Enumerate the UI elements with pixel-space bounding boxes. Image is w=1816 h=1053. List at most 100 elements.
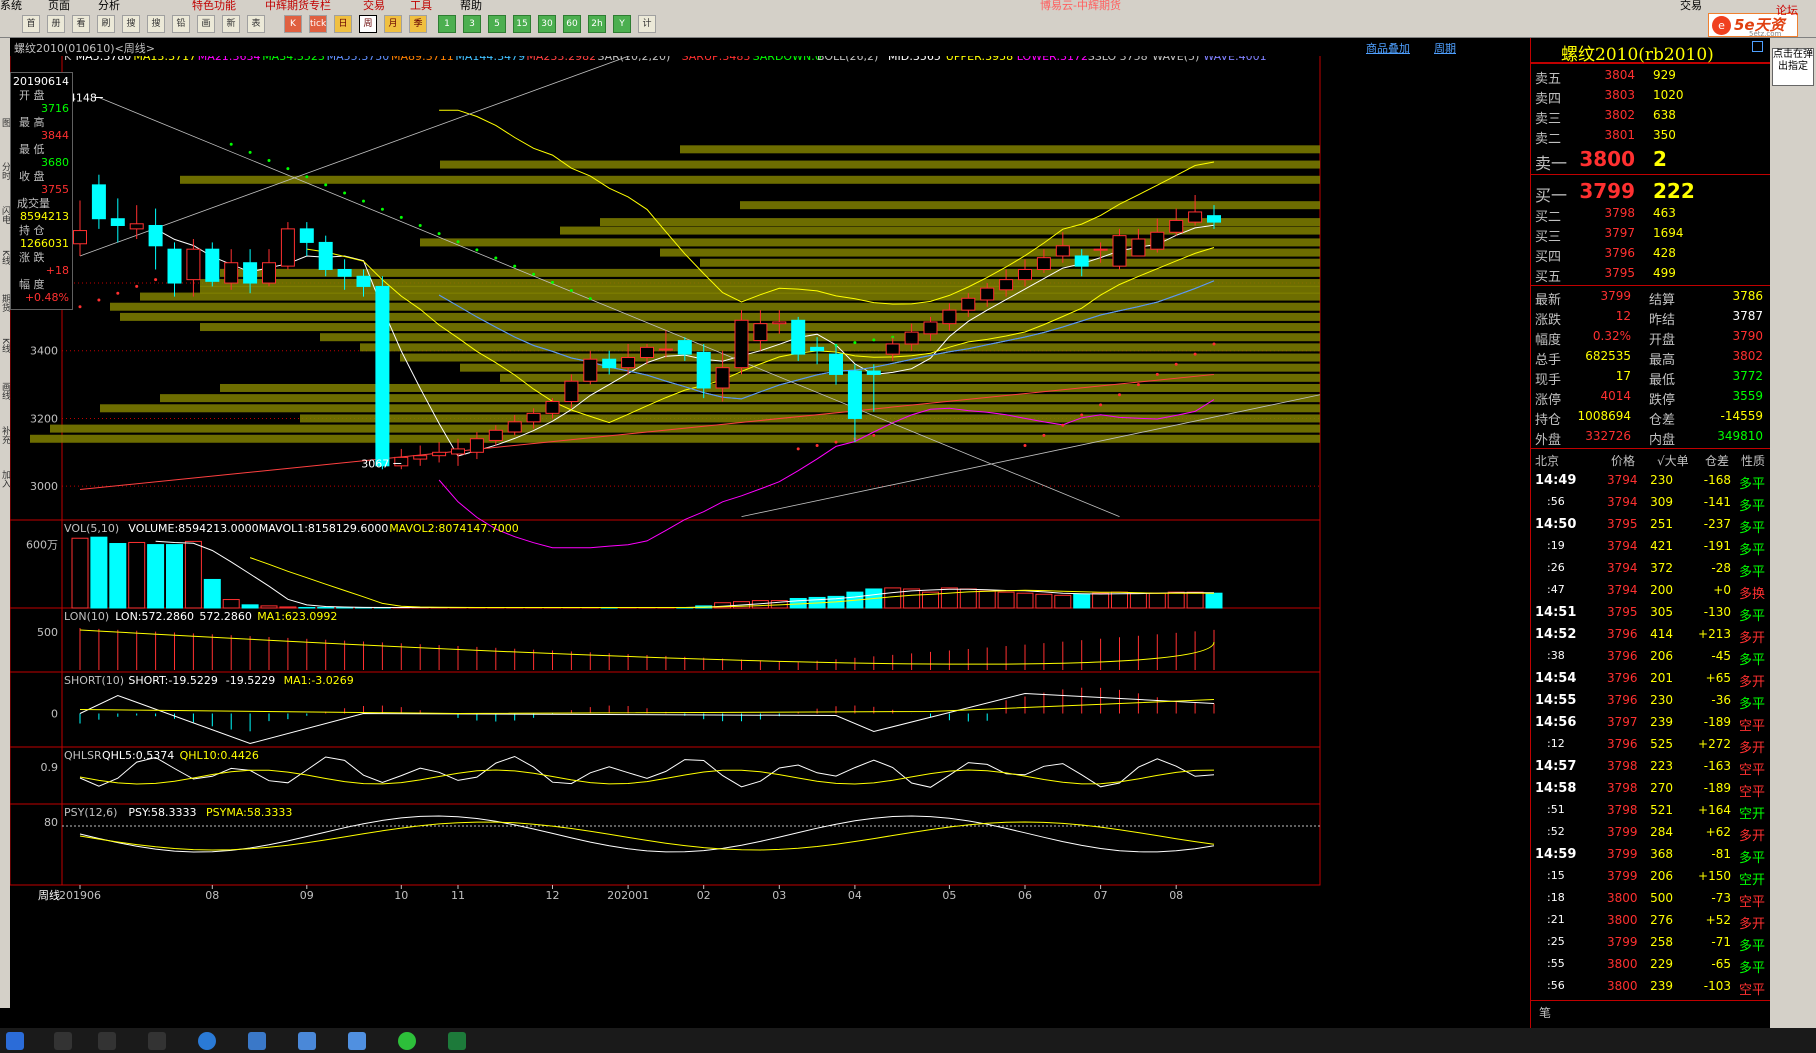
volume-bar xyxy=(1186,591,1204,609)
tick-time: 14:55 xyxy=(1535,693,1577,708)
kline-chart[interactable]: 300032003400360041483067KMA5:3780MA13:37… xyxy=(10,38,1530,1028)
menu-item[interactable]: 系统 xyxy=(0,0,22,11)
bid-row[interactable]: 买一 3799 222 xyxy=(1531,178,1771,205)
toolbar-button[interactable]: 2h xyxy=(588,15,606,33)
tick-row: 14:50 3795 251 -237 多平 xyxy=(1531,514,1771,536)
period-link[interactable]: 周期 xyxy=(1434,40,1456,56)
ask-row[interactable]: 卖一 3800 2 xyxy=(1531,146,1771,173)
toolbar-button[interactable]: Y xyxy=(613,15,631,33)
sar-dot xyxy=(475,248,479,252)
taskbar xyxy=(0,1028,1816,1053)
stats-divider xyxy=(1531,285,1771,286)
toolbar-button[interactable]: 月 xyxy=(384,15,402,33)
app-icon-1[interactable] xyxy=(248,1032,266,1050)
toolbar: e 5e天资 5etz.com 论坛 首册看刷搜搜铅画新表 Ktick 日周月季 1 3… xyxy=(0,4,1816,38)
left-tab[interactable]: K线 xyxy=(0,338,10,353)
candle-body xyxy=(942,309,957,325)
bid-row[interactable]: 买五 3795 499 xyxy=(1531,264,1771,285)
ask-row[interactable]: 卖三 3802 638 xyxy=(1531,106,1771,127)
toolbar-button[interactable]: 首 xyxy=(22,15,40,33)
overlay-commodity-link[interactable]: 商品叠加 xyxy=(1366,40,1410,56)
tick-oi: -73 xyxy=(1711,891,1731,905)
tick-row: :38 3796 206 -45 多平 xyxy=(1531,646,1771,668)
toolbar-button[interactable]: 铅 xyxy=(172,15,190,33)
menu-item-special[interactable]: 工具 xyxy=(410,0,432,11)
tick-header-vol[interactable]: √大单 xyxy=(1657,452,1689,469)
ask-row[interactable]: 卖二 3801 350 xyxy=(1531,126,1771,147)
toolbar-button[interactable]: 刷 xyxy=(97,15,115,33)
toolbar-button[interactable]: tick xyxy=(309,15,327,33)
x-tick-label: 12 xyxy=(546,889,560,902)
logo-sub: 5etz.com xyxy=(1749,30,1782,38)
volume-bar xyxy=(184,540,202,609)
toolbar-button[interactable]: 周 xyxy=(359,15,377,33)
volume-profile-bar xyxy=(360,343,1320,352)
stat-row: 现手 17 最低 3772 xyxy=(1531,367,1771,388)
sar-dot xyxy=(154,278,158,282)
toolbar-button[interactable]: 画 xyxy=(197,15,215,33)
menu-item[interactable]: 页面 xyxy=(48,0,70,11)
trade-button[interactable]: 交易 xyxy=(1680,0,1702,11)
popup-hint[interactable]: 点击在弹出指定 xyxy=(1772,48,1814,86)
bid-row[interactable]: 买四 3796 428 xyxy=(1531,244,1771,265)
left-tab[interactable]: 画线 xyxy=(0,382,10,400)
toolbar-button[interactable]: 看 xyxy=(72,15,90,33)
toolbar-button[interactable]: 60 xyxy=(563,15,581,33)
left-tab[interactable]: 期货 xyxy=(0,294,10,312)
candle-body xyxy=(1188,211,1203,223)
ask-row[interactable]: 卖四 3803 1020 xyxy=(1531,86,1771,107)
search-icon[interactable] xyxy=(54,1032,72,1050)
taskview-icon[interactable] xyxy=(148,1032,166,1050)
tick-row: :51 3798 521 +164 空开 xyxy=(1531,800,1771,822)
toolbar-button[interactable]: 表 xyxy=(247,15,265,33)
toolbar-button[interactable]: 3 xyxy=(463,15,481,33)
toolbar-button[interactable]: 计 xyxy=(638,15,656,33)
wechat-icon[interactable] xyxy=(398,1032,416,1050)
ask-price: 3802 xyxy=(1604,108,1635,122)
toolbar-button[interactable]: 日 xyxy=(334,15,352,33)
toolbar-button[interactable]: 30 xyxy=(538,15,556,33)
pb-open-label: 开 盘 xyxy=(19,89,45,102)
logo-icon: e xyxy=(1712,16,1731,35)
candle-body xyxy=(1036,257,1051,270)
left-tab[interactable]: 补充 xyxy=(0,426,10,444)
left-tab[interactable]: 加入 xyxy=(0,470,10,488)
maximize-icon[interactable] xyxy=(1752,41,1763,52)
cortana-icon[interactable] xyxy=(98,1032,116,1050)
bid-row[interactable]: 买三 3797 1694 xyxy=(1531,224,1771,245)
tick-mode-label[interactable]: 笔 xyxy=(1539,1004,1551,1021)
toolbar-button[interactable]: 册 xyxy=(47,15,65,33)
menu-item-special[interactable]: 中辉期货专栏 xyxy=(265,0,331,11)
app-icon-2[interactable] xyxy=(298,1032,316,1050)
excel-icon[interactable] xyxy=(448,1032,466,1050)
tick-vol: 229 xyxy=(1650,957,1673,971)
ask-row[interactable]: 卖五 3804 929 xyxy=(1531,66,1771,87)
stat-label: 开盘 xyxy=(1649,333,1676,348)
forum-link[interactable]: 论坛 xyxy=(1776,2,1798,18)
toolbar-button[interactable]: 15 xyxy=(513,15,531,33)
volume-bar xyxy=(147,544,165,609)
menu-item-special[interactable]: 特色功能 xyxy=(192,0,236,11)
menu-item[interactable]: 分析 xyxy=(98,0,120,11)
toolbar-button[interactable]: 搜 xyxy=(147,15,165,33)
left-tab[interactable]: 分时 xyxy=(0,162,10,180)
toolbar-button[interactable]: 季 xyxy=(409,15,427,33)
app-icon-3[interactable] xyxy=(348,1032,366,1050)
toolbar-button[interactable]: 5 xyxy=(488,15,506,33)
bid-label: 买五 xyxy=(1535,270,1562,285)
left-tab[interactable]: K线 xyxy=(0,250,10,265)
candle-body xyxy=(1207,215,1221,223)
toolbar-button[interactable]: 新 xyxy=(222,15,240,33)
toolbar-button[interactable]: 1 xyxy=(438,15,456,33)
menu-item-special[interactable]: 交易 xyxy=(363,0,385,11)
menu-item[interactable]: 帮助 xyxy=(460,0,482,11)
toolbar-button[interactable]: K xyxy=(284,15,302,33)
toolbar-button[interactable]: 搜 xyxy=(122,15,140,33)
psy-indicator-label: PSY:58.3333 xyxy=(128,806,196,819)
start-icon[interactable] xyxy=(6,1032,24,1050)
ask-vol: 350 xyxy=(1653,128,1676,142)
left-tab[interactable]: 闪电 xyxy=(0,206,10,224)
left-tab[interactable]: 图 xyxy=(0,118,10,127)
browser-icon[interactable] xyxy=(198,1032,216,1050)
bid-row[interactable]: 买二 3798 463 xyxy=(1531,204,1771,225)
